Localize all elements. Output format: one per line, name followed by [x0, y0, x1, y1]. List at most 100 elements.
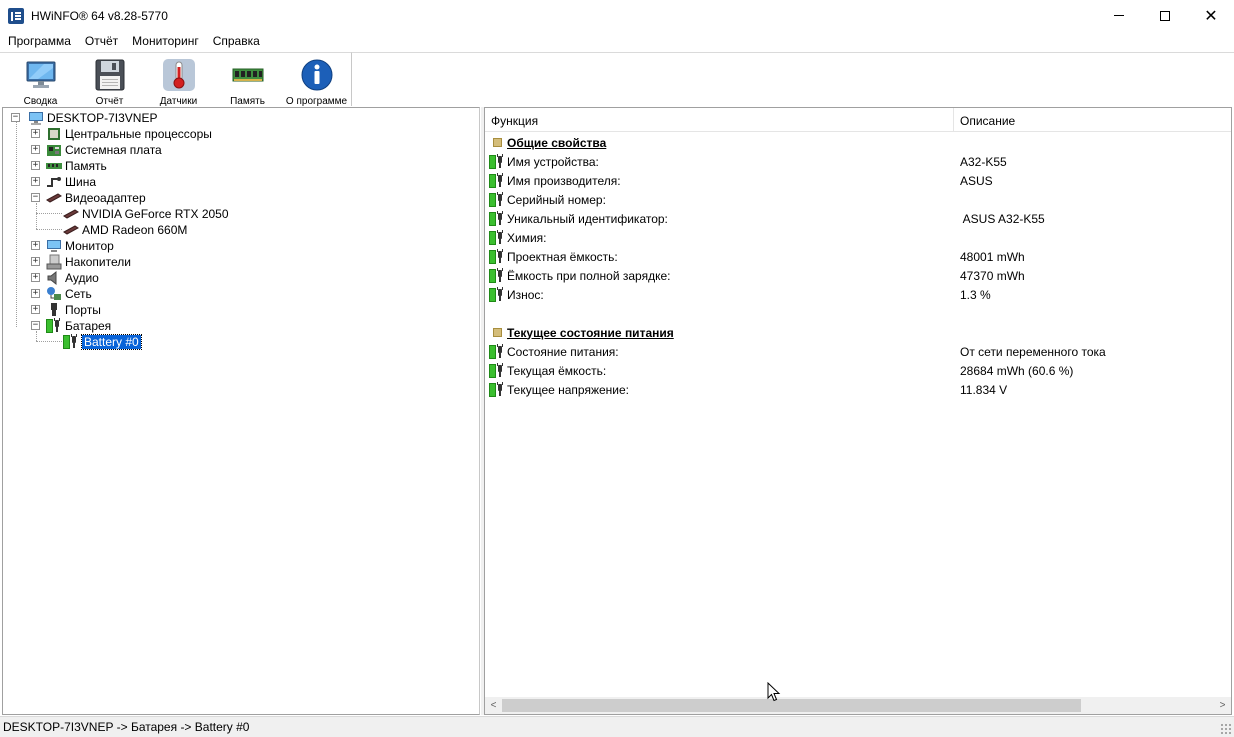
resize-grip-icon[interactable]: [1220, 723, 1232, 735]
expand-toggle[interactable]: +: [31, 161, 40, 170]
minimize-icon: [1114, 15, 1124, 16]
detail-row[interactable]: Проектная ёмкость: 48001 mWh: [485, 247, 1231, 266]
section-icon: [493, 138, 502, 147]
title-bar: HWiNFO® 64 v8.28-5770 ✕: [0, 0, 1234, 31]
tree-root-label: DESKTOP-7I3VNEP: [47, 111, 158, 125]
tree-line: [36, 203, 37, 229]
section-header: Текущее состояние питания: [485, 323, 1231, 342]
expand-toggle[interactable]: +: [31, 273, 40, 282]
tree-item-label: Память: [65, 159, 107, 173]
drive-icon: [46, 254, 62, 270]
gpu-card-icon: [63, 206, 79, 222]
scroll-thumb[interactable]: [502, 699, 1081, 712]
expand-toggle[interactable]: +: [31, 241, 40, 250]
expand-toggle[interactable]: +: [31, 145, 40, 154]
device-tree[interactable]: − DESKTOP-7I3VNEP + Центральные процессо…: [2, 107, 480, 715]
tree-item-label: Центральные процессоры: [65, 127, 212, 141]
detail-row[interactable]: Ёмкость при полной зарядке: 47370 mWh: [485, 266, 1231, 285]
about-button[interactable]: О программе: [282, 53, 351, 107]
memory-button[interactable]: Память: [213, 53, 282, 107]
tree-line: [36, 213, 62, 214]
floppy-disk-icon: [93, 58, 127, 92]
battery-icon: [489, 286, 505, 303]
column-header-function[interactable]: Функция: [485, 108, 954, 132]
gpu-icon: [46, 190, 62, 206]
tree-item-ports[interactable]: + Порты: [31, 302, 101, 318]
sensors-label: Датчики: [159, 96, 198, 107]
tree-item-cpu[interactable]: + Центральные процессоры: [31, 126, 212, 142]
status-bar: DESKTOP-7I3VNEP -> Батарея -> Battery #0: [0, 716, 1234, 737]
battery-icon: [489, 343, 505, 360]
details-header: Функция Описание: [485, 108, 1231, 132]
sensors-button[interactable]: Датчики: [144, 53, 213, 107]
tree-item-audio[interactable]: + Аудио: [31, 270, 99, 286]
detail-row[interactable]: Химия:: [485, 228, 1231, 247]
battery-icon: [489, 248, 505, 265]
tree-item-drives[interactable]: + Накопители: [31, 254, 131, 270]
summary-button[interactable]: Сводка: [6, 53, 75, 107]
expand-toggle[interactable]: +: [31, 177, 40, 186]
scroll-right-button[interactable]: >: [1214, 697, 1231, 714]
speaker-icon: [46, 270, 62, 286]
tree-item-motherboard[interactable]: + Системная плата: [31, 142, 162, 158]
tree-item-label: Battery #0: [81, 334, 142, 350]
horizontal-scrollbar[interactable]: < >: [485, 697, 1231, 714]
detail-row[interactable]: Имя устройства: A32-K55: [485, 152, 1231, 171]
column-header-description[interactable]: Описание: [954, 108, 1231, 132]
tree-item-network[interactable]: + Сеть: [31, 286, 92, 302]
expand-toggle[interactable]: +: [31, 305, 40, 314]
summary-label: Сводка: [23, 96, 58, 107]
tree-item-amd[interactable]: AMD Radeon 660M: [63, 222, 187, 238]
detail-row[interactable]: Состояние питания: От сети переменного т…: [485, 342, 1231, 361]
detail-row[interactable]: Уникальный идентификатор: ASUS A32-K55: [485, 209, 1231, 228]
maximize-button[interactable]: [1142, 0, 1188, 31]
info-icon: [300, 58, 334, 92]
section-header: Общие свойства: [485, 133, 1231, 152]
tree-item-nvidia[interactable]: NVIDIA GeForce RTX 2050: [63, 206, 229, 222]
collapse-toggle[interactable]: −: [31, 321, 40, 330]
expand-toggle[interactable]: +: [31, 129, 40, 138]
menu-monitoring[interactable]: Мониторинг: [125, 31, 206, 51]
tree-item-memory[interactable]: + Память: [31, 158, 107, 174]
expand-toggle[interactable]: +: [31, 257, 40, 266]
bus-icon: [46, 174, 62, 190]
detail-row[interactable]: Серийный номер:: [485, 190, 1231, 209]
detail-row[interactable]: Текущее напряжение: 11.834 V: [485, 380, 1231, 399]
scroll-left-button[interactable]: <: [485, 697, 502, 714]
collapse-toggle[interactable]: −: [11, 113, 20, 122]
chevron-left-icon: <: [490, 700, 497, 711]
collapse-toggle[interactable]: −: [31, 193, 40, 202]
battery-icon: [489, 153, 505, 170]
memory-icon: [46, 158, 62, 174]
tree-item-label: Накопители: [65, 255, 131, 269]
expand-toggle[interactable]: +: [31, 289, 40, 298]
tree-item-battery[interactable]: − Батарея: [31, 318, 111, 334]
tree-item-label: Порты: [65, 303, 101, 317]
tree-line: [36, 341, 62, 342]
menu-program[interactable]: Программа: [0, 31, 78, 51]
tree-item-battery-0[interactable]: Battery #0: [63, 334, 142, 350]
battery-icon: [46, 318, 62, 334]
close-button[interactable]: ✕: [1188, 0, 1234, 31]
thermometer-icon: [162, 58, 196, 92]
detail-row[interactable]: Текущая ёмкость: 28684 mWh (60.6 %): [485, 361, 1231, 380]
tree-item-label: Видеоадаптер: [65, 191, 146, 205]
tree-root[interactable]: − DESKTOP-7I3VNEP: [11, 110, 157, 126]
tree-item-monitor[interactable]: + Монитор: [31, 238, 114, 254]
detail-row[interactable]: Износ: 1.3 %: [485, 285, 1231, 304]
tree-item-label: Сеть: [65, 287, 92, 301]
menu-help[interactable]: Справка: [206, 31, 267, 51]
monitor-icon: [24, 58, 58, 92]
detail-row[interactable]: Имя производителя: ASUS: [485, 171, 1231, 190]
tree-item-video[interactable]: − Видеоадаптер: [31, 190, 146, 206]
motherboard-icon: [46, 142, 62, 158]
battery-icon: [489, 172, 505, 189]
report-label: Отчёт: [95, 96, 124, 107]
menu-report[interactable]: Отчёт: [78, 31, 125, 51]
memory-label: Память: [230, 96, 265, 107]
report-button[interactable]: Отчёт: [75, 53, 144, 107]
tree-line: [16, 122, 17, 327]
minimize-button[interactable]: [1096, 0, 1142, 31]
tree-item-bus[interactable]: + Шина: [31, 174, 96, 190]
network-icon: [46, 286, 62, 302]
